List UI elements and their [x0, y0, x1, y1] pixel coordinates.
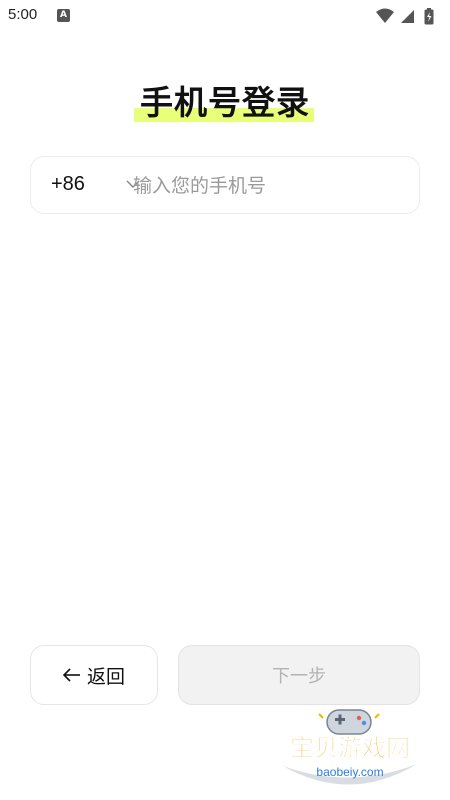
page-title-text: 手机号登录	[140, 83, 310, 122]
country-code-selector[interactable]: +86	[51, 173, 85, 196]
watermark-name: 宝贝游戏网	[290, 734, 410, 762]
title-area: 手机号登录	[0, 76, 450, 124]
back-button[interactable]: 返回	[30, 645, 158, 705]
gamepad-icon	[318, 709, 380, 735]
arrow-left-icon	[62, 668, 80, 682]
next-button[interactable]: 下一步	[178, 645, 420, 705]
battery-icon	[424, 8, 434, 25]
a-icon: A	[57, 9, 70, 22]
phone-number-input[interactable]	[131, 167, 401, 205]
watermark-url: baobeiy.com	[316, 765, 383, 779]
phone-input-container: +86	[30, 156, 420, 214]
back-button-label: 返回	[86, 665, 125, 688]
status-time: 5:00	[8, 6, 38, 23]
site-watermark-logo: 宝贝游戏网 baobeiy.com	[283, 709, 417, 785]
wifi-icon	[376, 8, 394, 23]
page-title: 手机号登录	[134, 76, 314, 124]
status-icons	[376, 8, 434, 25]
status-bar: 5:00 A	[0, 0, 450, 32]
next-button-label: 下一步	[272, 666, 326, 687]
signal-icon	[401, 10, 414, 23]
